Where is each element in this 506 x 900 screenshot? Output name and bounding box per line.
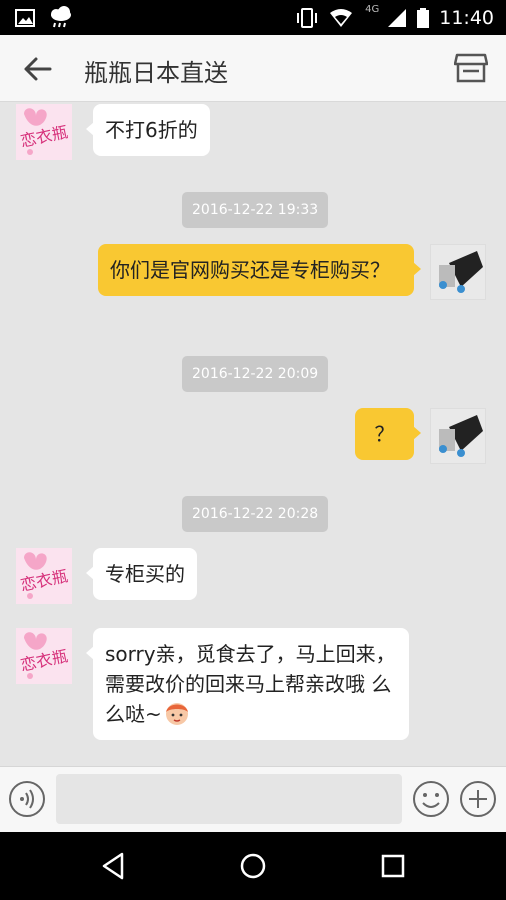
weather-rain-icon bbox=[51, 6, 71, 28]
system-back-icon[interactable] bbox=[96, 849, 130, 883]
message-bubble-incoming[interactable]: 不打6折的 bbox=[86, 104, 210, 156]
message-input-bar bbox=[0, 766, 506, 832]
wifi-icon bbox=[330, 8, 353, 27]
message-list[interactable]: 恋衣瓶 不打6折的 2016-12-22 19:33 你们是官网购买还是专柜购买… bbox=[0, 102, 506, 766]
device-photo-avatar-icon bbox=[431, 409, 485, 463]
timestamp-text: 2016-12-22 20:28 bbox=[192, 506, 319, 522]
avatar[interactable]: 恋衣瓶 bbox=[16, 628, 72, 684]
smiley-icon[interactable] bbox=[412, 780, 450, 818]
storefront-icon[interactable] bbox=[454, 51, 488, 85]
cell-signal-icon bbox=[388, 8, 407, 27]
message-bubble-outgoing[interactable]: ？ bbox=[355, 408, 421, 460]
avatar[interactable] bbox=[430, 408, 486, 464]
message-text: ？ bbox=[374, 422, 395, 446]
message-bubble-incoming[interactable]: 专柜买的 bbox=[86, 548, 197, 600]
page-title: 瓶瓶日本直送 bbox=[84, 59, 228, 87]
status-bar: 4G 11:40 bbox=[0, 0, 506, 35]
message-bubble-outgoing[interactable]: 你们是官网购买还是专柜购买？ bbox=[98, 244, 421, 296]
pink-logo-avatar-icon: 恋衣瓶 bbox=[16, 548, 72, 604]
voice-icon[interactable] bbox=[8, 780, 46, 818]
avatar[interactable]: 恋衣瓶 bbox=[16, 104, 72, 160]
message-text: 专柜买的 bbox=[105, 562, 185, 586]
system-home-icon[interactable] bbox=[236, 849, 270, 883]
back-arrow-icon[interactable] bbox=[22, 55, 54, 83]
message-text: 你们是官网购买还是专柜购买？ bbox=[110, 258, 390, 282]
system-navigation-bar bbox=[0, 832, 506, 900]
avatar[interactable] bbox=[430, 244, 486, 300]
status-time: 11:40 bbox=[439, 6, 494, 29]
pink-logo-avatar-icon: 恋衣瓶 bbox=[16, 104, 72, 160]
message-text: 不打6折的 bbox=[105, 118, 198, 142]
message-timestamp: 2016-12-22 19:33 bbox=[182, 192, 329, 228]
timestamp-text: 2016-12-22 19:33 bbox=[192, 202, 319, 218]
network-type-label: 4G bbox=[365, 4, 380, 15]
pink-logo-avatar-icon: 恋衣瓶 bbox=[16, 628, 72, 684]
message-timestamp: 2016-12-22 20:28 bbox=[182, 496, 329, 532]
timestamp-text: 2016-12-22 20:09 bbox=[192, 366, 319, 382]
message-timestamp: 2016-12-22 20:09 bbox=[182, 356, 329, 392]
image-notification-icon bbox=[15, 9, 35, 27]
chat-header: 瓶瓶日本直送 bbox=[0, 35, 506, 102]
message-text: sorry亲，觅食去了，马上回来，需要改价的回来马上帮亲改哦 么么哒~ bbox=[105, 642, 396, 726]
plus-icon[interactable] bbox=[459, 780, 497, 818]
system-recents-icon[interactable] bbox=[376, 849, 410, 883]
message-input[interactable] bbox=[56, 774, 402, 824]
avatar[interactable]: 恋衣瓶 bbox=[16, 548, 72, 604]
message-bubble-incoming[interactable]: sorry亲，觅食去了，马上回来，需要改价的回来马上帮亲改哦 么么哒~ bbox=[86, 628, 409, 740]
device-photo-avatar-icon bbox=[431, 245, 485, 299]
girl-face-emoji-icon bbox=[165, 703, 188, 725]
battery-icon bbox=[417, 7, 430, 28]
vibrate-icon bbox=[297, 7, 318, 28]
